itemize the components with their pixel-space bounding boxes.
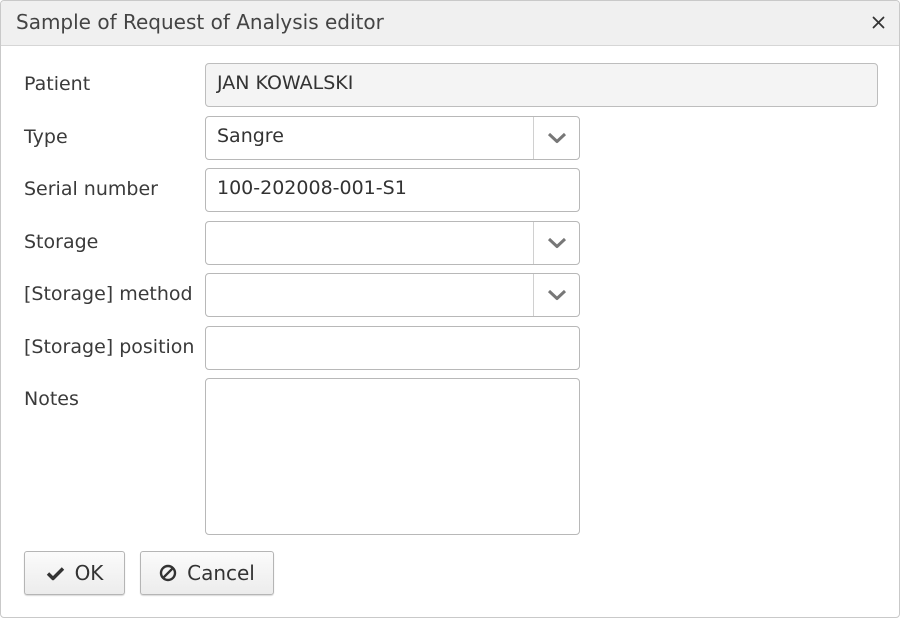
storage-dropdown-toggle[interactable] (534, 222, 579, 264)
cancel-button-label: Cancel (187, 561, 255, 585)
close-button[interactable] (867, 11, 889, 33)
storage-select[interactable] (205, 221, 580, 265)
chevron-down-icon (547, 132, 566, 143)
storage-label: Storage (24, 231, 99, 253)
serial-number-field[interactable]: 100-202008-001-S1 (205, 168, 580, 212)
notes-textarea[interactable] (205, 378, 580, 535)
cancel-button[interactable]: Cancel (140, 551, 274, 595)
patient-value: JAN KOWALSKI (217, 72, 354, 94)
type-value: Sangre (217, 125, 284, 147)
dialog-titlebar: Sample of Request of Analysis editor (1, 1, 899, 46)
patient-field: JAN KOWALSKI (205, 63, 878, 107)
ok-button-label: OK (74, 561, 104, 585)
checkmark-icon (46, 566, 65, 581)
type-select[interactable]: Sangre (205, 116, 580, 160)
storage-method-select[interactable] (205, 273, 580, 317)
storage-position-label: [Storage] position (24, 336, 195, 358)
storage-method-dropdown-toggle[interactable] (534, 274, 579, 316)
ban-icon (159, 564, 177, 582)
storage-method-label: [Storage] method (24, 283, 193, 305)
editor-dialog: Sample of Request of Analysis editor Pat… (0, 0, 900, 618)
patient-label: Patient (24, 73, 91, 95)
dialog-title: Sample of Request of Analysis editor (16, 10, 384, 34)
chevron-down-icon (547, 289, 566, 300)
chevron-down-icon (547, 237, 566, 248)
notes-label: Notes (24, 388, 79, 410)
close-icon (872, 16, 884, 28)
ok-button[interactable]: OK (24, 551, 125, 595)
storage-position-field[interactable] (205, 326, 580, 370)
type-label: Type (24, 126, 68, 148)
serial-number-value: 100-202008-001-S1 (217, 177, 407, 199)
serial-number-label: Serial number (24, 178, 158, 200)
type-dropdown-toggle[interactable] (534, 117, 579, 159)
